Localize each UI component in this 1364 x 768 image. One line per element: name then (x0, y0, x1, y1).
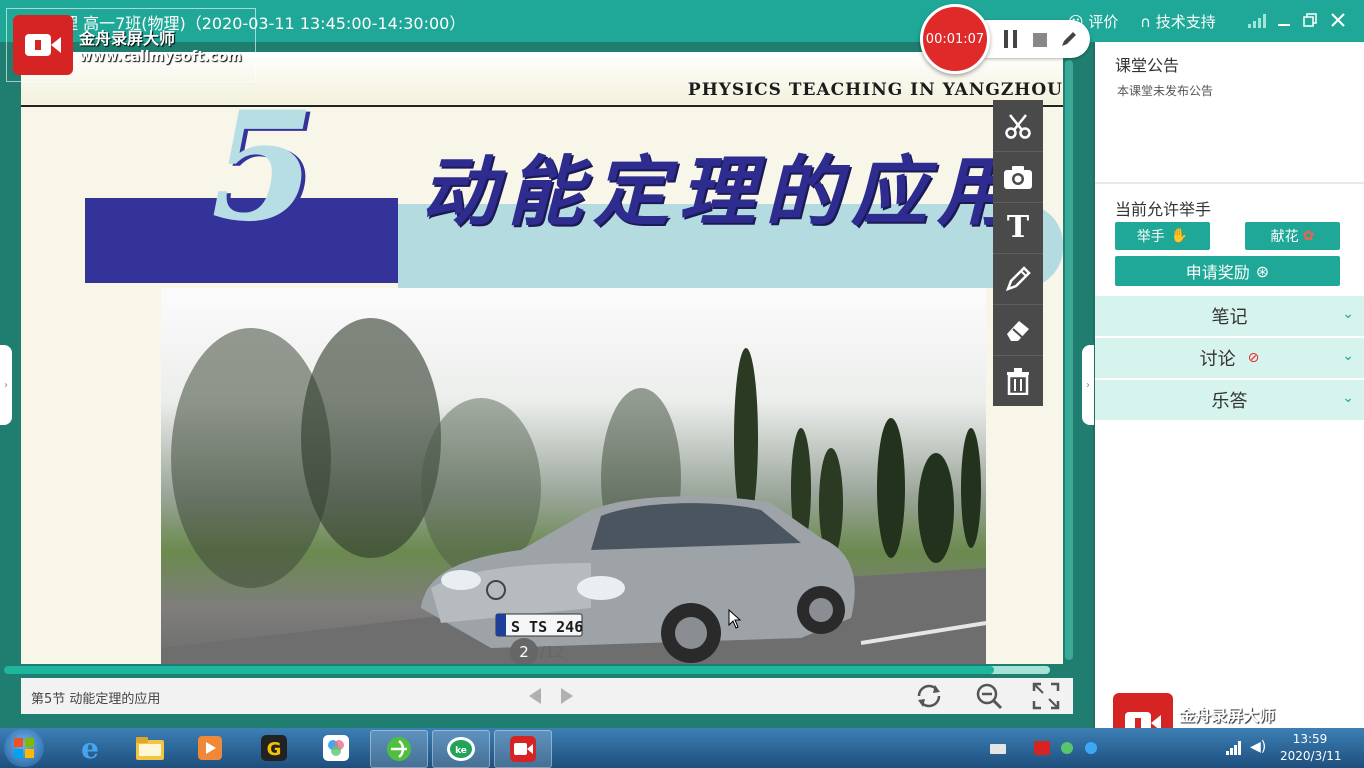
tray-chat-icon[interactable] (1084, 740, 1098, 759)
watermark-top: 金舟录屏大师 www.callmysoft.com (6, 8, 256, 82)
slide-navigation-bar: 第5节 动能定理的应用 (21, 678, 1073, 714)
horizontal-scrollbar-thumb[interactable] (4, 666, 994, 674)
start-button[interactable] (4, 729, 44, 767)
raise-hand-button[interactable]: 举手 ✋ (1115, 222, 1210, 250)
media-player-icon[interactable] (182, 730, 238, 766)
right-collapse-handle[interactable]: › (1082, 345, 1094, 425)
camera-icon[interactable] (993, 151, 1043, 203)
section-notes[interactable]: 笔记 ⌄ (1095, 296, 1364, 338)
send-flowers-button[interactable]: 献花 ✿ (1245, 222, 1340, 250)
request-reward-button[interactable]: 申请奖励 ⊛ (1115, 256, 1340, 286)
fullscreen-icon[interactable] (1032, 682, 1060, 714)
medal-icon: ⊛ (1255, 261, 1270, 281)
chevron-down-icon: ⌄ (1342, 306, 1354, 322)
mouse-cursor-icon (728, 608, 742, 633)
watermark-logo-icon (13, 15, 73, 75)
next-page-button[interactable] (559, 686, 575, 710)
close-icon[interactable] (1330, 12, 1346, 32)
page-current: 2 (510, 638, 538, 664)
rate-label: 评价 (1088, 13, 1119, 31)
page-total: /12 (540, 643, 565, 661)
divider (1095, 182, 1364, 184)
announcement-text: 本课堂未发布公告 (1117, 84, 1214, 98)
tray-recorder-icon[interactable] (1034, 740, 1050, 759)
chevron-right-icon: › (1086, 379, 1090, 391)
support-button[interactable]: ∩ 技术支持 (1140, 11, 1216, 32)
browser-app-icon[interactable] (370, 730, 428, 768)
section-label: 讨论 (1199, 349, 1236, 370)
pen-icon[interactable] (993, 253, 1043, 305)
volume-icon[interactable]: ◀) (1250, 739, 1266, 755)
flower-icon: ✿ (1302, 228, 1315, 244)
section-label: 乐答 (1211, 391, 1248, 412)
ie-browser-icon[interactable]: e (62, 730, 118, 766)
edit-icon[interactable] (1060, 30, 1078, 52)
pause-icon[interactable] (1003, 30, 1019, 52)
announcement-title: 课堂公告 (1115, 56, 1180, 75)
car-photo: S TS 246 (161, 288, 986, 664)
watermark-app-name: 金舟录屏大师 (1179, 706, 1276, 725)
restore-icon[interactable] (1302, 12, 1318, 32)
clock-date: 2020/3/11 (1280, 749, 1342, 763)
eraser-icon[interactable] (993, 304, 1043, 356)
disabled-icon: ⊘ (1247, 350, 1260, 366)
support-label: 技术支持 (1155, 13, 1216, 31)
signal-icon (1248, 13, 1266, 32)
scissors-icon[interactable] (993, 100, 1043, 152)
raise-hand-label: 举手 (1136, 229, 1165, 245)
keyboard-icon[interactable] (990, 740, 1006, 754)
taskbar: e G ke ◀) 13:59 2020/3/11 (0, 728, 1364, 768)
vertical-scrollbar[interactable] (1065, 60, 1073, 660)
photo-app-icon[interactable] (308, 730, 364, 766)
chapter-number: 5 (211, 79, 316, 255)
app-g-icon[interactable]: G (246, 730, 302, 766)
watermark-app-name: 金舟录屏大师 (79, 29, 176, 48)
slide-header-rule (21, 105, 1063, 107)
trash-icon[interactable] (993, 355, 1043, 406)
flowers-label: 献花 (1270, 229, 1299, 245)
minimize-icon[interactable] (1276, 12, 1292, 32)
chevron-down-icon: ⌄ (1342, 348, 1354, 364)
tray-app-icon[interactable] (1060, 740, 1074, 759)
hand-icon: ✋ (1170, 228, 1189, 244)
section-label: 第5节 动能定理的应用 (31, 692, 161, 707)
svg-text:ke: ke (455, 746, 467, 756)
prev-page-button[interactable] (527, 686, 543, 710)
svg-text:G: G (267, 739, 282, 760)
zoom-out-icon[interactable] (974, 682, 1004, 714)
slide: PHYSICS TEACHING IN YANGZHOU 5 动能定理的应用 S… (21, 52, 1063, 664)
refresh-icon[interactable] (914, 682, 944, 714)
record-timer[interactable]: 00:01:07 (920, 4, 990, 74)
hands-title: 当前允许举手 (1115, 200, 1212, 219)
classroom-app-icon[interactable]: ke (432, 730, 490, 768)
file-explorer-icon[interactable] (122, 730, 178, 766)
left-collapse-handle[interactable]: › (0, 345, 12, 425)
clock-time: 13:59 (1292, 732, 1328, 746)
headset-icon: ∩ (1140, 13, 1151, 31)
slide-header-text: PHYSICS TEACHING IN YANGZHOU (687, 80, 1063, 100)
network-icon[interactable] (1226, 740, 1242, 759)
right-panel: 课堂公告 本课堂未发布公告 当前允许举手 举手 ✋ 献花 ✿ 申请奖励 ⊛ 笔记… (1095, 42, 1364, 728)
annotation-toolbar: T (993, 100, 1043, 406)
section-quiz[interactable]: 乐答 ⌄ (1095, 380, 1364, 422)
system-clock[interactable]: 13:59 2020/3/11 (1280, 731, 1342, 765)
windows-logo-icon (14, 738, 34, 758)
section-label: 笔记 (1211, 307, 1248, 328)
stop-icon[interactable] (1033, 32, 1047, 51)
slide-title: 动能定理的应用 (421, 147, 1023, 236)
watermark-url: www.callmysoft.com (79, 49, 242, 65)
chevron-down-icon: ⌄ (1342, 390, 1354, 406)
section-discussion[interactable]: 讨论 ⊘ ⌄ (1095, 338, 1364, 380)
chevron-right-icon: › (4, 379, 8, 391)
recorder-controls (985, 20, 1090, 58)
reward-label: 申请奖励 (1185, 263, 1250, 282)
license-plate: S TS 246 (511, 618, 584, 636)
screen-recorder-icon[interactable] (494, 730, 552, 768)
text-tool-icon[interactable]: T (993, 202, 1043, 254)
